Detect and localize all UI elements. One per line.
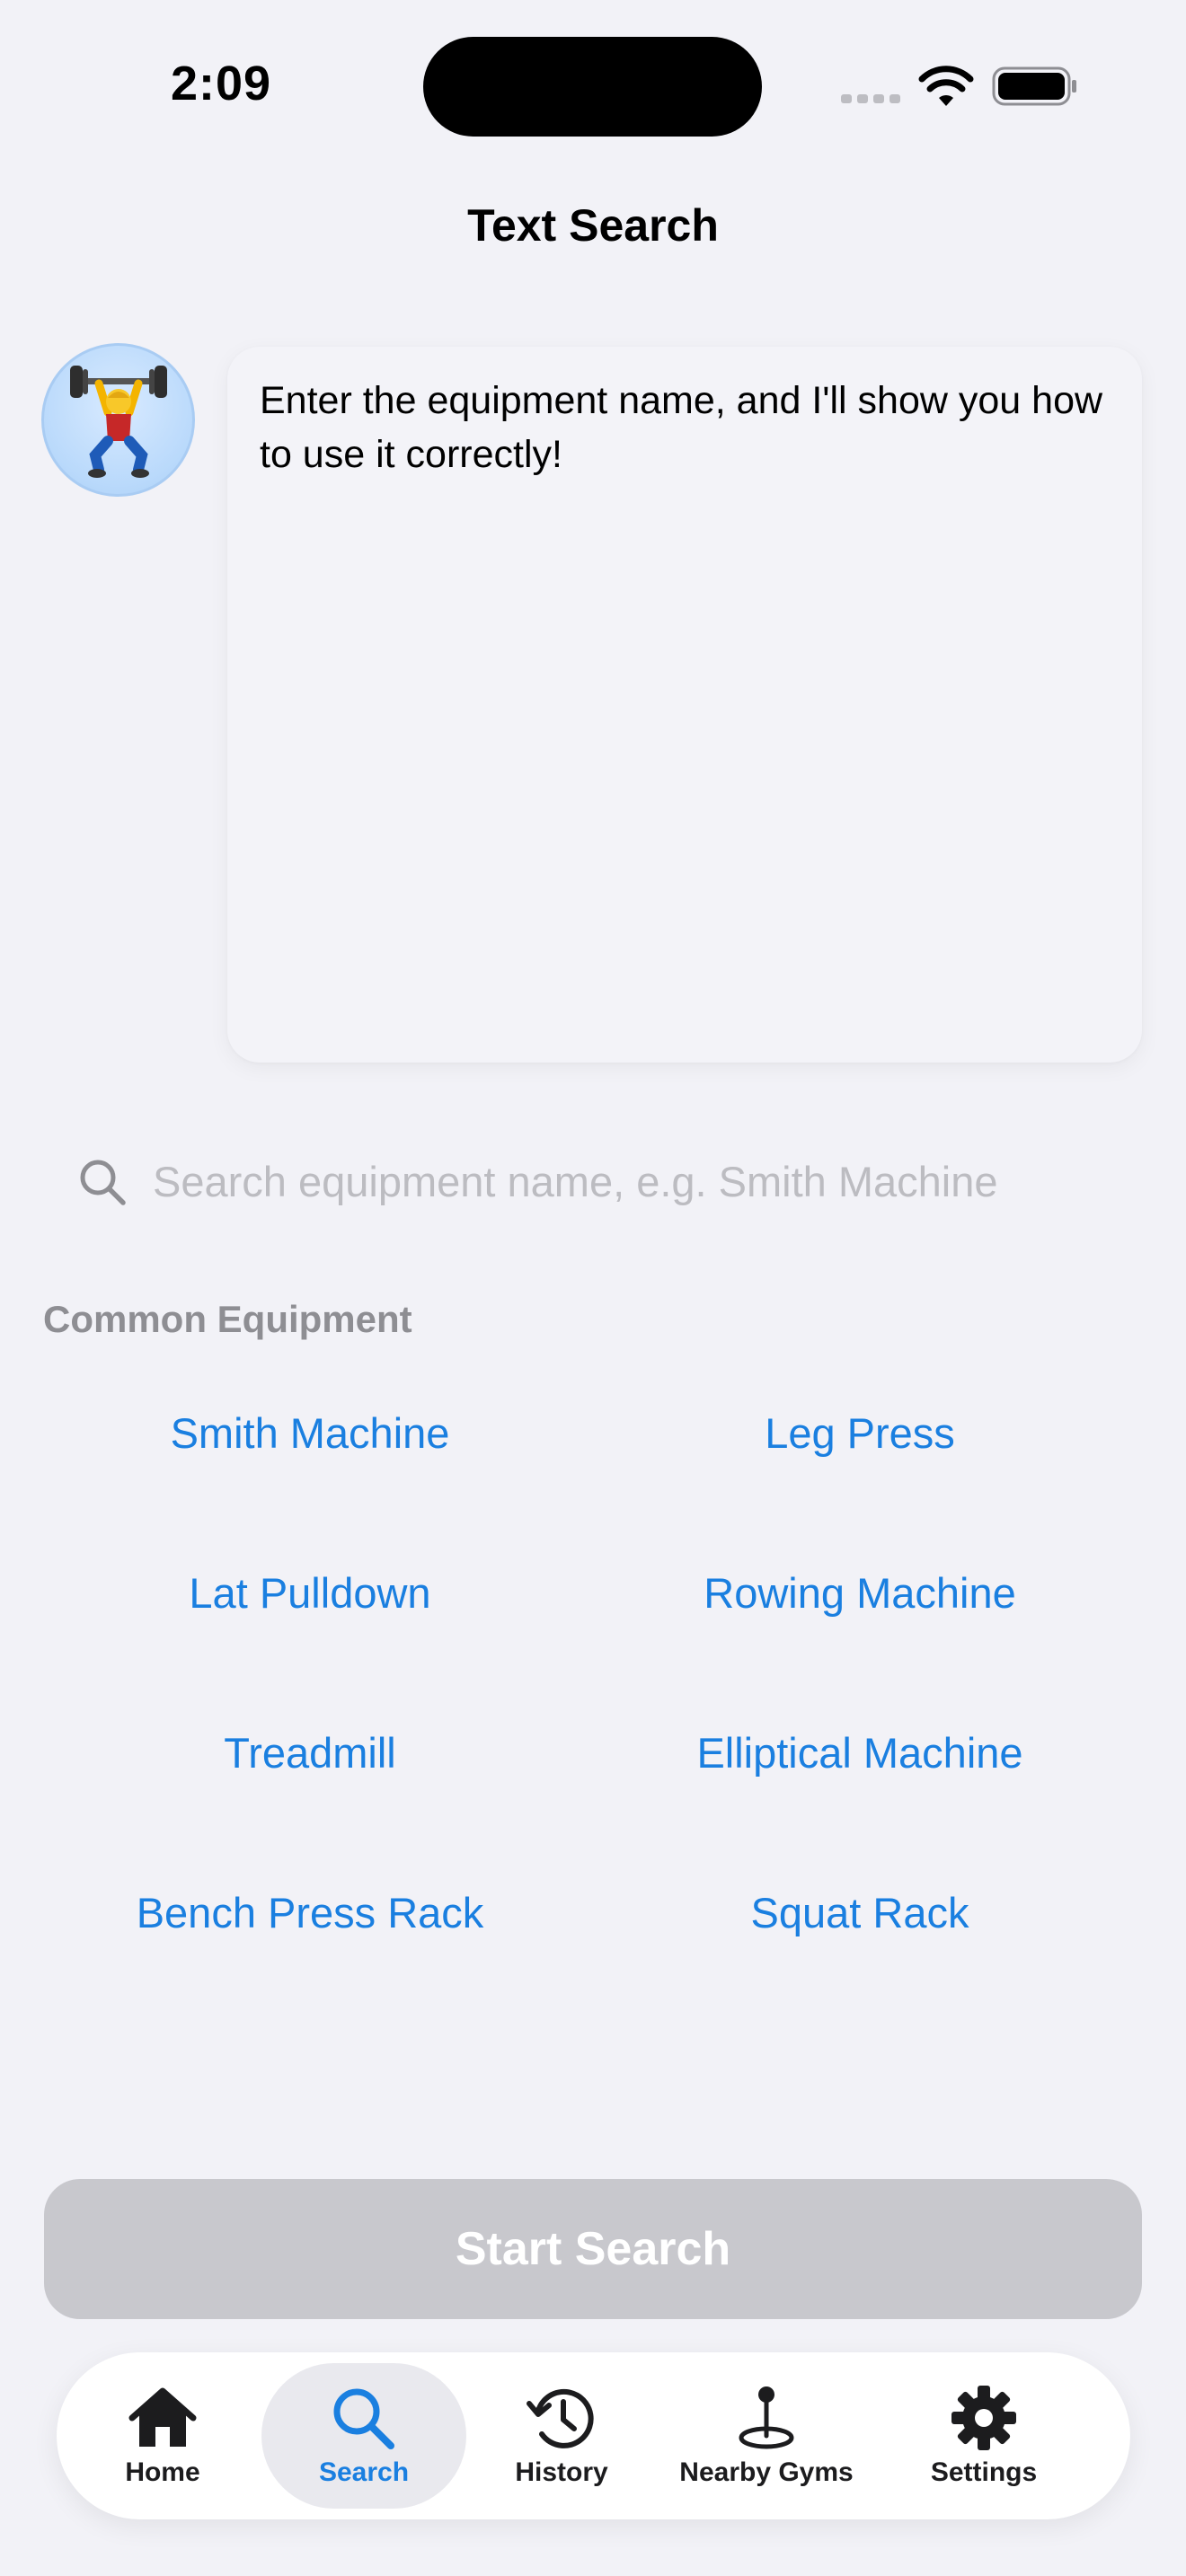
person-lifting-weights-icon xyxy=(69,365,167,478)
battery-icon xyxy=(992,66,1076,106)
assistant-message-bubble: Enter the equipment name, and I'll show … xyxy=(227,347,1142,1063)
tab-history[interactable]: History xyxy=(490,2363,633,2509)
common-equipment-heading: Common Equipment xyxy=(43,1298,412,1340)
equipment-rowing-machine[interactable]: Rowing Machine xyxy=(566,1534,1186,1651)
equipment-bench-press-rack[interactable]: Bench Press Rack xyxy=(0,1854,566,1971)
tab-bar: Home Search History Nearby Gyms Settings xyxy=(57,2352,1130,2519)
page-title: Text Search xyxy=(467,200,719,251)
common-equipment-grid: Smith Machine Leg Press Lat Pulldown Row… xyxy=(0,1374,1186,2014)
status-time: 2:09 xyxy=(171,57,272,110)
magnifying-glass-icon xyxy=(333,2388,394,2449)
assistant-message-text: Enter the equipment name, and I'll show … xyxy=(260,379,1103,476)
assistant-avatar xyxy=(41,343,195,497)
equipment-elliptical-machine[interactable]: Elliptical Machine xyxy=(566,1694,1186,1811)
dynamic-island xyxy=(423,37,762,137)
clock-history-icon xyxy=(527,2388,594,2448)
equipment-lat-pulldown[interactable]: Lat Pulldown xyxy=(0,1534,566,1651)
equipment-squat-rack[interactable]: Squat Rack xyxy=(566,1854,1186,1971)
equipment-smith-machine[interactable]: Smith Machine xyxy=(0,1374,566,1491)
tab-search-label: Search xyxy=(318,2457,410,2487)
tab-settings[interactable]: Settings xyxy=(912,2363,1056,2509)
location-pin-icon xyxy=(739,2386,794,2449)
tab-history-label: History xyxy=(515,2457,608,2487)
text-search-screen: 2:09 Text Search Enter the equipment nam… xyxy=(0,0,1186,2576)
tab-nearby-gyms-label: Nearby Gyms xyxy=(679,2457,854,2487)
house-icon xyxy=(128,2387,197,2447)
cellular-signal-icon xyxy=(841,94,900,103)
tab-search[interactable]: Search xyxy=(261,2363,466,2509)
tab-home-label: Home xyxy=(125,2457,200,2487)
tab-settings-label: Settings xyxy=(930,2457,1038,2487)
equipment-leg-press[interactable]: Leg Press xyxy=(566,1374,1186,1491)
search-icon xyxy=(80,1160,126,1205)
tab-home[interactable]: Home xyxy=(91,2363,235,2509)
tab-nearby-gyms[interactable]: Nearby Gyms xyxy=(677,2363,856,2509)
gear-icon xyxy=(951,2386,1016,2450)
search-input[interactable] xyxy=(153,1151,1123,1211)
equipment-treadmill[interactable]: Treadmill xyxy=(0,1694,566,1811)
wifi-icon xyxy=(918,66,974,106)
start-search-button[interactable]: Start Search xyxy=(44,2179,1142,2319)
